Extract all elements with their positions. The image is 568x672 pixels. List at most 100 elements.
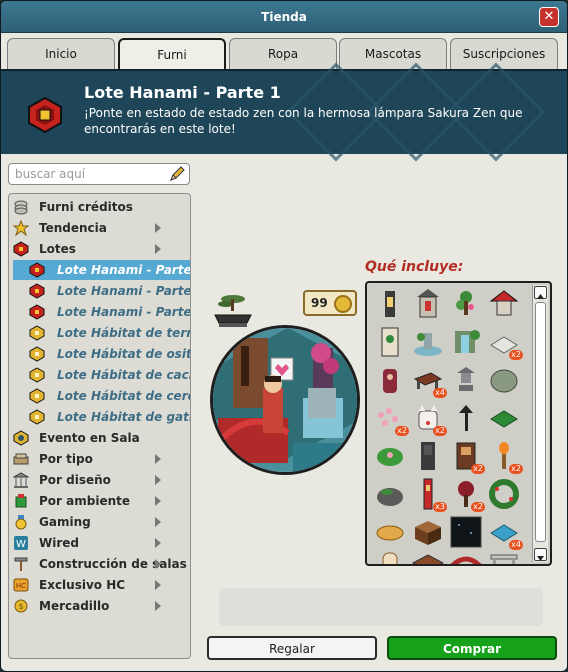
waterfall-icon [455, 330, 480, 353]
gift-message-area [219, 588, 543, 626]
tab-furni[interactable]: Furni [118, 38, 226, 71]
nav-item-wired[interactable]: W Wired [9, 533, 190, 553]
nav-item-por-diseno[interactable]: Por diseño [9, 470, 190, 490]
item-boulder[interactable] [487, 363, 521, 397]
nav-item-por-ambiente[interactable]: Por ambiente [9, 491, 190, 511]
search-input[interactable]: buscar aquí [8, 163, 190, 185]
item-stone-lantern[interactable] [449, 363, 483, 397]
nav-label: Gaming [39, 515, 91, 529]
nav-item-lote-terriers[interactable]: Lote Hábitat de terriers [9, 323, 190, 343]
item-fountain[interactable] [411, 325, 445, 359]
item-torch[interactable]: x2 [487, 439, 523, 474]
bonsai-icon [456, 291, 474, 315]
design-icon [13, 472, 29, 488]
nav-item-lote-hanami-2[interactable]: Lote Hanami - Parte 2 [9, 281, 190, 301]
item-bonsai[interactable] [449, 287, 483, 321]
nav-item-lote-gatitos[interactable]: Lote Hábitat de gatitos [9, 407, 190, 427]
item-bench[interactable]: x4 [411, 363, 447, 398]
nav-item-lotes[interactable]: Lotes [9, 239, 190, 259]
scroll-up-icon[interactable] [534, 286, 547, 299]
bridge-icon [450, 556, 482, 564]
scroll-thumb[interactable] [535, 302, 546, 542]
items-scrollbar[interactable] [532, 285, 548, 562]
window-title: Tienda [261, 10, 307, 24]
nav-item-lote-hanami-1[interactable]: Lote Hanami - Parte 1 [13, 260, 190, 280]
tab-ropa[interactable]: Ropa [229, 38, 337, 69]
item-waterfall[interactable] [449, 325, 483, 359]
item-door[interactable] [411, 439, 445, 473]
event-icon [13, 430, 29, 446]
lilypad-icon [377, 448, 403, 466]
close-button[interactable]: ✕ [539, 7, 559, 27]
buy-button[interactable]: Comprar [387, 636, 557, 660]
item-wreath[interactable] [487, 477, 521, 511]
nav-item-lote-hanami-3[interactable]: Lote Hanami - Parte 3 [9, 302, 190, 322]
hc-icon: HC [13, 578, 29, 592]
chevron-right-icon [155, 580, 161, 590]
room-preview [210, 325, 360, 475]
item-rock[interactable]: x2 [487, 325, 523, 360]
nav-item-exclusivo-hc[interactable]: HC Exclusivo HC [9, 575, 190, 595]
item-gate[interactable] [487, 549, 521, 564]
nav-item-tendencia[interactable]: Tendencia [9, 218, 190, 238]
item-screen[interactable] [373, 325, 407, 359]
tab-inicio[interactable]: Inicio [7, 38, 115, 69]
item-red-tree[interactable]: x2 [449, 477, 485, 512]
chevron-right-icon [155, 538, 161, 548]
type-icon [13, 453, 29, 465]
item-vase[interactable] [373, 363, 407, 397]
gate-icon [490, 554, 518, 564]
item-paper-lamp[interactable] [373, 549, 407, 564]
wired-icon: W [14, 536, 28, 550]
nav-item-furni-creditos[interactable]: Furni créditos [9, 197, 190, 217]
item-hedge[interactable] [487, 401, 521, 435]
item-mossy-rock[interactable] [373, 477, 407, 511]
window-titlebar[interactable]: Tienda ✕ [1, 1, 567, 33]
item-floor[interactable] [411, 549, 445, 564]
item-crate[interactable] [411, 515, 445, 549]
tab-suscripciones[interactable]: Suscripciones [450, 38, 558, 69]
build-icon [14, 557, 28, 571]
vase-icon [383, 369, 397, 393]
item-tall-lantern[interactable]: x3 [411, 477, 447, 512]
lote-gold-icon [29, 346, 45, 362]
item-lilypad[interactable] [373, 439, 407, 473]
item-count-badge: x2 [509, 464, 523, 474]
item-lantern[interactable] [373, 287, 407, 321]
item-water-tile[interactable]: x4 [487, 515, 523, 550]
nav-label: Lote Hanami - Parte 2 [57, 284, 191, 298]
tab-mascotas[interactable]: Mascotas [339, 38, 447, 69]
item-cabinet[interactable]: x2 [449, 439, 485, 474]
nav-item-evento-en-sala[interactable]: Evento en Sala [9, 428, 190, 448]
pencil-icon[interactable] [169, 166, 185, 182]
item-cushion[interactable] [373, 515, 407, 549]
nav-item-mercadillo[interactable]: $ Mercadillo [9, 596, 190, 616]
nav-item-gaming[interactable]: Gaming [9, 512, 190, 532]
nav-item-por-tipo[interactable]: Por tipo [9, 449, 190, 469]
item-arrow-sign[interactable] [449, 401, 483, 435]
door-icon [421, 442, 435, 470]
lote-red-icon [29, 283, 45, 299]
gift-button[interactable]: Regalar [207, 636, 377, 660]
screen-icon [381, 327, 399, 357]
star-icon [13, 220, 29, 236]
item-pagoda[interactable] [487, 287, 521, 321]
item-bridge[interactable] [449, 549, 483, 564]
nav-label: Lote Hanami - Parte 1 [57, 263, 191, 277]
coin-icon [334, 295, 352, 313]
item-dark-tile[interactable] [449, 515, 483, 549]
shrine-icon [417, 289, 439, 318]
nav-item-lote-osito[interactable]: Lote Hábitat de osito po [9, 344, 190, 364]
item-petals[interactable]: x2 [373, 401, 409, 436]
item-shrine[interactable] [411, 287, 445, 321]
item-lucky-cat[interactable]: x2 [411, 401, 447, 436]
includes-title: Qué incluye: [365, 259, 464, 275]
scroll-down-icon[interactable] [534, 548, 547, 561]
chevron-right-icon [155, 601, 161, 611]
nav-item-lote-cerditos[interactable]: Lote Hábitat de cerditos [9, 386, 190, 406]
nav-item-lote-cachorros[interactable]: Lote Hábitat de cachorr [9, 365, 190, 385]
price-amount: 99 [311, 296, 328, 310]
ambient-icon [15, 494, 27, 508]
nav-item-construccion[interactable]: Construcción de salas [9, 554, 190, 574]
nav-label: Lote Hábitat de cerditos [57, 389, 190, 403]
